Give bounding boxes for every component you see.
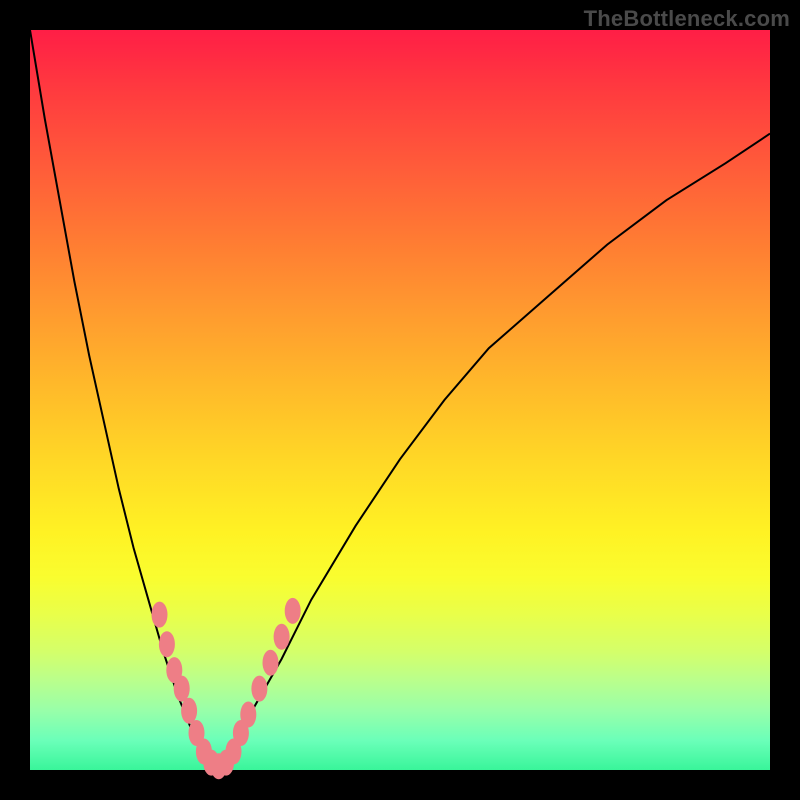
- chart-frame: TheBottleneck.com: [0, 0, 800, 800]
- right-curve: [215, 134, 770, 770]
- bead-marker: [181, 698, 197, 724]
- bead-marker: [285, 598, 301, 624]
- bead-marker: [174, 676, 190, 702]
- curves-svg: [30, 30, 770, 770]
- bead-marker: [263, 650, 279, 676]
- bead-marker: [152, 602, 168, 628]
- plot-area: [30, 30, 770, 770]
- beads-group: [152, 598, 301, 779]
- bead-marker: [159, 631, 175, 657]
- bead-marker: [251, 676, 267, 702]
- watermark-text: TheBottleneck.com: [584, 6, 790, 32]
- bead-marker: [240, 702, 256, 728]
- bead-marker: [274, 624, 290, 650]
- left-curve: [30, 30, 215, 770]
